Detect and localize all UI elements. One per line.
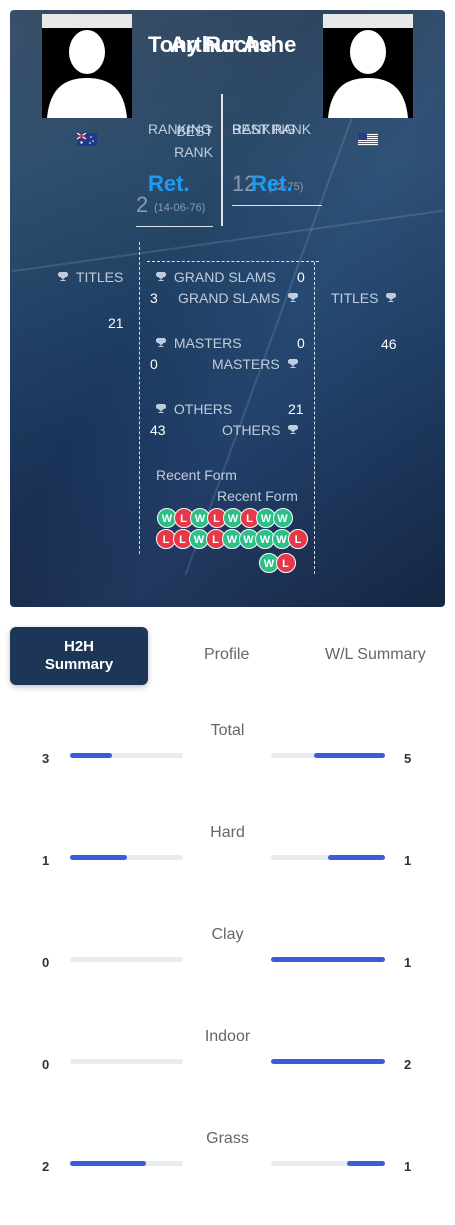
p2-stat-bar bbox=[271, 1161, 385, 1166]
stat-label: Grass bbox=[206, 1130, 249, 1147]
form-badge-loss: L bbox=[288, 529, 308, 549]
p2-titles-label: TITLES bbox=[331, 290, 397, 306]
trophy-icon bbox=[386, 293, 397, 302]
p1-stat-bar-fill bbox=[70, 855, 127, 860]
p1-stat-value: 0 bbox=[42, 955, 50, 970]
form-badge-loss: L bbox=[275, 553, 296, 573]
p2-masters-value: 0 bbox=[150, 356, 158, 372]
p2-titles-value: 46 bbox=[381, 336, 397, 352]
trophy-icon bbox=[156, 338, 166, 347]
p2-stat-value: 1 bbox=[404, 853, 412, 868]
stat-label: Hard bbox=[210, 824, 245, 841]
p1-grand-slams-label: GRAND SLAMS bbox=[156, 269, 276, 285]
trophy-icon bbox=[156, 404, 166, 413]
trophy-icon bbox=[156, 272, 166, 281]
p2-recent-form-label: Recent Form bbox=[217, 488, 298, 504]
dashed-divider bbox=[314, 262, 315, 574]
form-badge-win: W bbox=[272, 508, 293, 528]
stat-label: Indoor bbox=[204, 1028, 251, 1045]
p1-best-rank-date: (14-06-76) bbox=[154, 202, 206, 214]
others-label: OTHERS bbox=[222, 422, 281, 438]
p2-stat-bar bbox=[271, 855, 385, 860]
tab-h2h-summary[interactable]: H2H Summary bbox=[10, 627, 148, 685]
player2-name[interactable]: Arthur Ashe bbox=[170, 32, 296, 58]
p1-grand-slams-value: 0 bbox=[297, 269, 305, 285]
titles-label: TITLES bbox=[331, 290, 379, 306]
p1-stat-bar-fill bbox=[70, 1161, 146, 1166]
tab-profile[interactable]: Profile bbox=[204, 646, 249, 664]
p2-others-label: OTHERS bbox=[222, 422, 299, 438]
p2-stat-bar-fill bbox=[314, 753, 385, 758]
grand-slams-label: GRAND SLAMS bbox=[173, 269, 276, 285]
p2-masters-label: MASTERS bbox=[212, 356, 298, 372]
person-silhouette-icon bbox=[47, 30, 127, 118]
center-divider bbox=[221, 94, 223, 226]
p1-titles-label: TITLES bbox=[58, 269, 123, 285]
usa-flag-icon bbox=[358, 133, 378, 146]
trophy-icon bbox=[287, 293, 298, 302]
player1-avatar[interactable] bbox=[42, 14, 132, 118]
p1-masters-label: MASTERS bbox=[156, 335, 242, 351]
divider bbox=[232, 205, 322, 206]
grand-slams-label: GRAND SLAMS bbox=[178, 290, 280, 306]
trophy-icon bbox=[287, 359, 298, 368]
p2-stat-bar-fill bbox=[328, 855, 385, 860]
trophy-icon bbox=[58, 272, 68, 281]
others-label: OTHERS bbox=[173, 401, 233, 417]
masters-label: MASTERS bbox=[212, 356, 280, 372]
stat-label: Total bbox=[210, 722, 245, 739]
p1-stat-value: 0 bbox=[42, 1057, 50, 1072]
p1-stat-bar bbox=[70, 1059, 183, 1064]
p2-stat-value: 1 bbox=[404, 1159, 412, 1174]
trophy-icon bbox=[288, 425, 299, 434]
p2-stat-bar bbox=[271, 1059, 385, 1064]
p1-stat-bar-fill bbox=[70, 753, 112, 758]
p1-recent-form-label: Recent Form bbox=[156, 467, 237, 483]
p1-titles-value: 21 bbox=[108, 315, 124, 331]
p2-stat-bar bbox=[271, 753, 385, 758]
p2-grand-slams-label: GRAND SLAMS bbox=[178, 290, 298, 306]
p1-stat-bar bbox=[70, 753, 183, 758]
p1-others-value: 21 bbox=[288, 401, 304, 417]
dashed-divider bbox=[139, 242, 140, 554]
p1-stat-bar bbox=[70, 855, 183, 860]
p1-stat-bar bbox=[70, 957, 183, 962]
p1-masters-value: 0 bbox=[297, 335, 305, 351]
p2-stat-bar-fill bbox=[347, 1161, 385, 1166]
player2-avatar[interactable] bbox=[323, 14, 413, 118]
stat-label: Clay bbox=[211, 926, 244, 943]
person-silhouette-icon bbox=[328, 30, 408, 118]
p2-ranking-label: RANKING bbox=[232, 121, 296, 137]
p2-ranking-value: Ret. bbox=[251, 171, 293, 196]
p2-stat-value: 1 bbox=[404, 955, 412, 970]
p2-stat-bar bbox=[271, 957, 385, 962]
tab-wl-summary[interactable]: W/L Summary bbox=[325, 646, 426, 664]
masters-label: MASTERS bbox=[173, 335, 242, 351]
p1-others-label: OTHERS bbox=[156, 401, 232, 417]
p1-ranking-value: Ret. bbox=[148, 171, 190, 196]
p2-stat-bar-fill bbox=[271, 1059, 385, 1064]
p2-stat-value: 5 bbox=[404, 751, 412, 766]
p2-others-value: 43 bbox=[150, 422, 166, 438]
p2-stat-value: 2 bbox=[404, 1057, 412, 1072]
player-header: Tony Roche Arthur Ashe RANKING BEST RANK… bbox=[10, 10, 445, 607]
p1-best-rank-label: BEST RANK bbox=[174, 123, 213, 160]
p1-stat-value: 2 bbox=[42, 1159, 50, 1174]
dashed-divider bbox=[147, 261, 319, 262]
p1-stat-value: 3 bbox=[42, 751, 50, 766]
p1-stat-value: 1 bbox=[42, 853, 50, 868]
divider bbox=[136, 226, 213, 227]
p2-stat-bar-fill bbox=[271, 957, 385, 962]
p1-stat-bar bbox=[70, 1161, 183, 1166]
p1-best-rank-value: 2 bbox=[136, 192, 149, 217]
p2-grand-slams-value: 3 bbox=[150, 290, 158, 306]
titles-label: TITLES bbox=[75, 269, 124, 285]
australia-flag-icon bbox=[77, 133, 97, 146]
